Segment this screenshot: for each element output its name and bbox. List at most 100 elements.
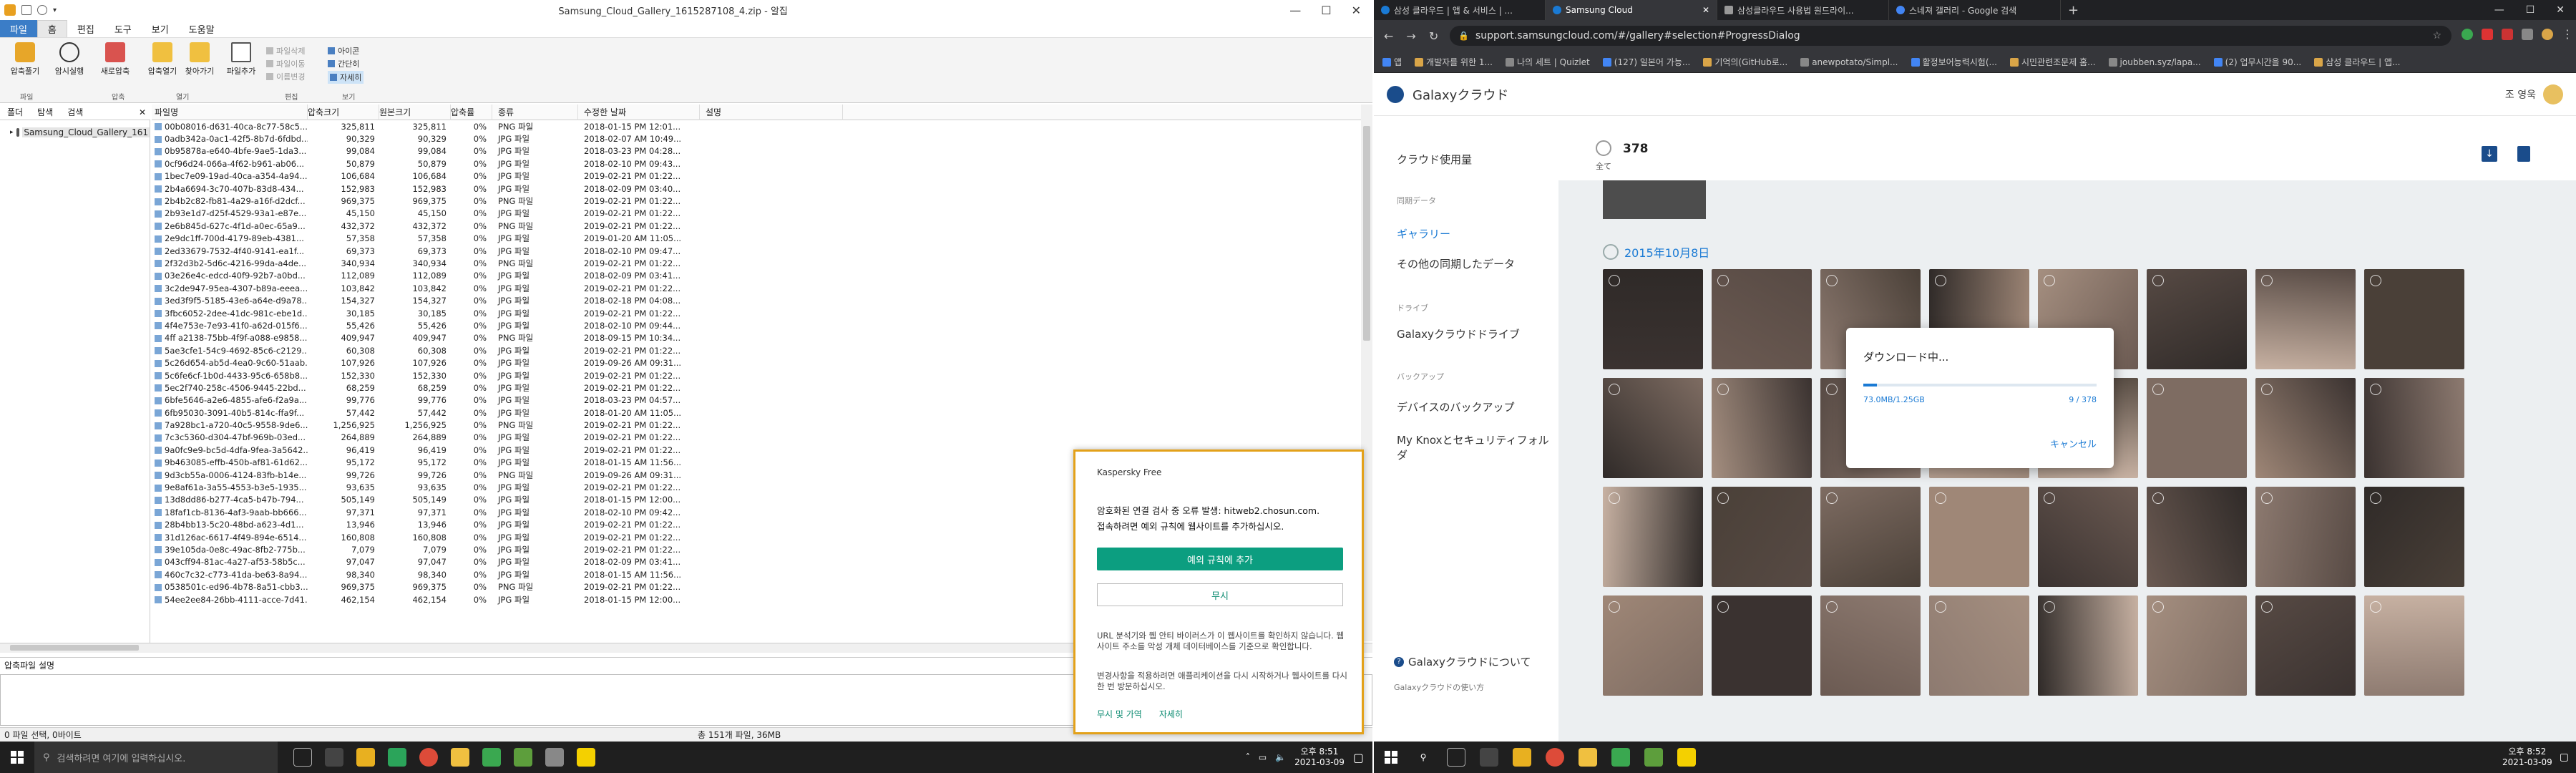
- table-row[interactable]: 2b93e1d7-d25f-4529-93a1-e87e... 45,150 45,…: [152, 208, 1361, 220]
- table-row[interactable]: 2ed33679-7532-4f40-9141-ea1f... 69,373 69,…: [152, 245, 1361, 257]
- move-file-button[interactable]: 파일이동: [266, 58, 305, 69]
- table-row[interactable]: 0b95878a-e640-4bfe-9ae5-1da3... 99,084 99,…: [152, 145, 1361, 157]
- explorer-icon[interactable]: [1513, 748, 1531, 767]
- thumbnail-checkbox[interactable]: [2370, 275, 2381, 286]
- expand-icon[interactable]: ▸: [10, 129, 14, 136]
- thumbnail-checkbox[interactable]: [2370, 601, 2381, 613]
- thumbnail-checkbox[interactable]: [2152, 275, 2164, 286]
- tab-explore[interactable]: 탐색: [30, 106, 60, 118]
- browser-close-icon[interactable]: ✕: [2556, 4, 2565, 16]
- thumbnail-checkbox[interactable]: [1717, 492, 1729, 504]
- photo-thumbnail[interactable]: [2364, 269, 2464, 369]
- sidebar-item-other-sync[interactable]: その他の同期したデータ: [1397, 256, 1515, 271]
- address-bar[interactable]: 🔒 support.samsungcloud.com/#/gallery#sel…: [1450, 26, 2451, 46]
- close-icon[interactable]: ✕: [1352, 4, 1361, 17]
- delete-file-button[interactable]: 파일삭제: [266, 45, 305, 57]
- menu-icon[interactable]: ⋮: [2562, 27, 2573, 41]
- table-row[interactable]: 7c3c5360-d304-47bf-969b-03ed... 264,889 26…: [152, 432, 1361, 444]
- rename-button[interactable]: 이름변경: [266, 71, 305, 82]
- tab-tools[interactable]: 도구: [104, 20, 142, 37]
- thumbnail-checkbox[interactable]: [2370, 384, 2381, 395]
- thumbnail-checkbox[interactable]: [1826, 384, 1838, 395]
- maximize-icon[interactable]: ☐: [1321, 4, 1331, 17]
- star-icon[interactable]: ☆: [2432, 30, 2441, 42]
- photo-thumbnail[interactable]: [1712, 269, 1812, 369]
- reload-icon[interactable]: ↻: [1429, 29, 1438, 43]
- thumbnail-checkbox[interactable]: [1826, 601, 1838, 613]
- photo-thumbnail[interactable]: [2255, 378, 2356, 478]
- store-icon[interactable]: [1480, 748, 1498, 767]
- app-green-icon[interactable]: [482, 748, 501, 767]
- sidebar-item-knox[interactable]: My Knoxとセキュリティフォルダ: [1397, 432, 1554, 462]
- close-panel-icon[interactable]: ✕: [139, 107, 150, 117]
- tab-view[interactable]: 보기: [142, 20, 179, 37]
- tab-file[interactable]: 파일: [0, 20, 37, 37]
- chrome-icon[interactable]: [1546, 748, 1564, 767]
- tab-edit[interactable]: 편집: [67, 20, 104, 37]
- photo-thumbnail[interactable]: [1929, 595, 2029, 696]
- add-file-button[interactable]: 파일추가: [219, 42, 263, 91]
- photo-thumbnail[interactable]: [2147, 487, 2247, 587]
- browser-tab[interactable]: 삼성클라우드 사용법 원드라이...: [1717, 0, 1889, 20]
- clock-2[interactable]: 오후 8:52 2021-03-09: [2502, 747, 2552, 768]
- task-view-icon[interactable]: [1447, 748, 1465, 767]
- col-compressed[interactable]: 압축크기: [308, 104, 379, 120]
- bookmark-item[interactable]: 나의 세트 | Quizlet: [1506, 56, 1590, 68]
- thumbnail-checkbox[interactable]: [1609, 275, 1620, 286]
- explorer-icon[interactable]: [356, 748, 375, 767]
- view-icons-button[interactable]: 아이콘: [328, 45, 359, 57]
- scroll-thumb[interactable]: [1363, 126, 1370, 341]
- thumbnail-checkbox[interactable]: [2044, 275, 2055, 286]
- top-thumbnail[interactable]: [1603, 180, 1706, 219]
- photo-thumbnail[interactable]: [1712, 487, 1812, 587]
- kakao-talk-icon[interactable]: [388, 748, 406, 767]
- kakao-icon[interactable]: [577, 748, 595, 767]
- minimize-icon[interactable]: —: [1289, 4, 1301, 17]
- start-button-2[interactable]: [1374, 751, 1408, 764]
- bookmark-item[interactable]: 기억의(GitHub로...: [1703, 56, 1787, 68]
- table-row[interactable]: 5c26d654-ab5d-4ea0-9c60-51aab... 107,926 1…: [152, 356, 1361, 369]
- tab-search[interactable]: 검색: [60, 106, 90, 118]
- thumbnail-checkbox[interactable]: [1826, 275, 1838, 286]
- run-button[interactable]: 암시실행: [47, 42, 92, 91]
- thumbnail-checkbox[interactable]: [1717, 601, 1729, 613]
- photo-thumbnail[interactable]: [1929, 487, 2029, 587]
- extract-button[interactable]: 압축풀기: [3, 42, 47, 91]
- photo-thumbnail[interactable]: [1820, 487, 1921, 587]
- sidebar-item-gallery[interactable]: ギャラリー: [1397, 226, 1450, 241]
- thumbnail-checkbox[interactable]: [1609, 492, 1620, 504]
- tab-home[interactable]: 홈: [36, 20, 67, 37]
- thumbnail-checkbox[interactable]: [2261, 492, 2273, 504]
- table-row[interactable]: 5c6fe6cf-1b0d-4433-95c6-658b8... 152,330 1…: [152, 369, 1361, 381]
- thumbnail-checkbox[interactable]: [2044, 601, 2055, 613]
- store-icon[interactable]: [325, 748, 343, 767]
- thumbnail-checkbox[interactable]: [1717, 275, 1729, 286]
- extension-icon[interactable]: [2462, 28, 2473, 40]
- bookmark-item[interactable]: 활정보어능력시험(...: [1911, 56, 1997, 68]
- bookmark-item[interactable]: 앱: [1382, 56, 1402, 68]
- cancel-button[interactable]: キャンセル: [2050, 437, 2097, 450]
- thumbnail-checkbox[interactable]: [2152, 492, 2164, 504]
- chrome-icon[interactable]: [419, 748, 438, 767]
- new-archive-button[interactable]: 새로압축: [93, 42, 137, 91]
- thumbnail-checkbox[interactable]: [1717, 384, 1729, 395]
- table-row[interactable]: 4ff a2138-75bb-4f9f-a088-e9858... 409,947…: [152, 332, 1361, 344]
- sidebar-item-about[interactable]: ? Galaxyクラウドについて: [1394, 654, 1531, 669]
- hscroll-thumb[interactable]: [10, 645, 139, 651]
- photo-thumbnail[interactable]: [2147, 378, 2247, 478]
- table-row[interactable]: 0cf96d24-066a-4f62-b961-ab06... 50,879 50,…: [152, 157, 1361, 170]
- col-date[interactable]: 수정한 날짜: [578, 104, 700, 120]
- table-row[interactable]: 2e6b845d-627c-4f1d-a0ec-65a9... 432,372 43…: [152, 220, 1361, 232]
- photo-thumbnail[interactable]: [2147, 595, 2247, 696]
- extension-icon[interactable]: [2522, 28, 2533, 40]
- extension-icon[interactable]: [2502, 28, 2513, 40]
- thumbnail-checkbox[interactable]: [1935, 275, 1946, 286]
- bookmark-item[interactable]: 개발자를 위한 1...: [1415, 56, 1493, 68]
- kakao-icon[interactable]: [1677, 748, 1696, 767]
- app-green-icon[interactable]: [1611, 748, 1630, 767]
- profile-icon[interactable]: [2542, 28, 2553, 40]
- photo-thumbnail[interactable]: [2038, 487, 2138, 587]
- search-box[interactable]: ⚲ 검색하려면 여기에 입력하십시오.: [34, 742, 278, 773]
- photo-thumbnail[interactable]: [1712, 595, 1812, 696]
- select-all-checkbox[interactable]: [1596, 140, 1611, 156]
